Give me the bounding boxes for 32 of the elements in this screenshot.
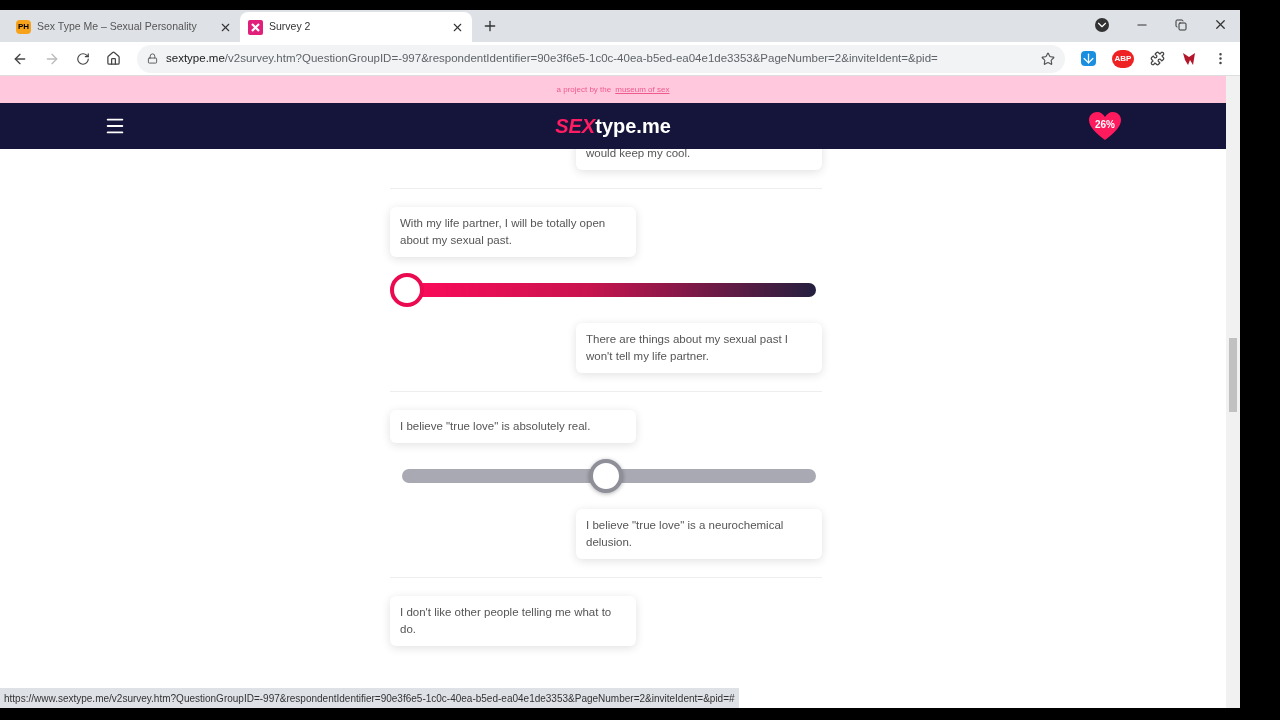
download-extension-icon[interactable] [1081, 51, 1096, 66]
profile-icon[interactable] [1095, 17, 1109, 32]
slider-thumb[interactable] [390, 273, 424, 307]
address-bar[interactable]: sextype.me/v2survey.htm?QuestionGroupID=-997&respondentIdentifier=90e3f6e5-1c0c-40ea-b5ed-ea04e1de3353&PageNumber=2&inviteIdent=&pid= [137, 44, 1065, 73]
adblock-extension-icon[interactable]: ABP [1112, 49, 1134, 68]
reload-icon[interactable] [76, 51, 90, 66]
status-url: https://www.sextype.me/v2survey.htm?QuestionGroupID=-997&respondentIdentifier=90e3f6e5-1c0c-40ea-b5ed-ea04e1de3353&PageNumber=2&inviteIdent=&pid=# [0, 688, 739, 708]
new-tab-icon[interactable] [482, 18, 498, 34]
restore-icon[interactable] [1175, 18, 1187, 31]
lock-icon [147, 53, 158, 64]
banner-text: a project by the [556, 83, 612, 96]
browser-tab[interactable]: Survey 2 [240, 12, 472, 42]
scrollbar[interactable] [1226, 76, 1240, 708]
home-icon[interactable] [106, 51, 121, 66]
x-favicon-icon [248, 19, 263, 35]
statement-bubble: I believe "true love" is absolutely real. [390, 410, 636, 443]
site-favicon: PH [16, 20, 31, 34]
close-icon[interactable] [1213, 17, 1228, 32]
statement-bubble: There are things about my sexual past I won't tell my life partner. [576, 323, 822, 373]
slider-thumb[interactable] [589, 459, 623, 493]
progress-heart-badge: 26% [1088, 111, 1122, 141]
statement-bubble: With my life partner, I will be totally open about my sexual past. [390, 207, 636, 257]
tab-title: Sex Type Me – Sexual Personality [37, 19, 198, 35]
site-logo[interactable]: SEXtype.me [555, 111, 671, 141]
statement-bubble: would keep my cool. [576, 149, 822, 170]
statement-bubble: I believe "true love" is a neurochemical delusion. [576, 509, 822, 559]
tab-title: Survey 2 [269, 19, 312, 35]
statement-bubble: I don't like other people telling me what to do. [390, 596, 636, 646]
extension-icon[interactable] [1181, 50, 1197, 67]
bookmark-star-icon[interactable] [1041, 51, 1055, 66]
url-text: sextype.me/v2survey.htm?QuestionGroupID=-997&respondentIdentifier=90e3f6e5-1c0c-40ea-b5ed-ea04e1de3353&PageNumber=2&inviteIdent=&pid= [166, 50, 939, 66]
extensions-icon[interactable] [1150, 51, 1165, 66]
